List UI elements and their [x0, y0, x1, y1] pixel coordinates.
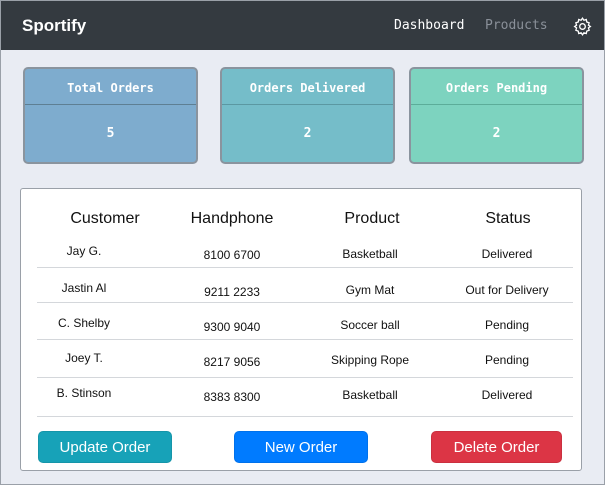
column-header-status: Status — [485, 210, 531, 227]
cell-phone: 8217 9056 — [203, 355, 261, 369]
column-header-handphone: Handphone — [190, 210, 274, 227]
cell-status: Delivered — [481, 247, 533, 261]
cell-status: Pending — [484, 353, 530, 367]
table-row[interactable]: Jastin Al 9211 2233 Gym Mat Out for Deli… — [37, 268, 573, 303]
nav-products-link[interactable]: Products — [485, 18, 548, 33]
cell-status: Out for Delivery — [465, 283, 549, 297]
cell-customer: Joey T. — [65, 351, 103, 365]
gear-icon[interactable] — [572, 16, 593, 37]
cell-product: Skipping Rope — [330, 353, 410, 367]
cell-product: Basketball — [342, 388, 398, 402]
cell-customer: B. Stinson — [56, 386, 112, 400]
cell-customer: C. Shelby — [57, 316, 111, 330]
card-title: Total Orders — [25, 69, 196, 105]
card-value: 5 — [106, 126, 115, 141]
orders-delivered-card: Orders Delivered 2 — [220, 67, 395, 164]
top-navbar: Sportify Dashboard Products — [1, 1, 604, 50]
table-row[interactable]: Joey T. 8217 9056 Skipping Rope Pending — [37, 343, 573, 378]
cell-customer: Jastin Al — [61, 281, 107, 295]
cell-phone: 9300 9040 — [203, 320, 261, 334]
card-title: Orders Pending — [411, 69, 582, 105]
column-header-customer: Customer — [70, 210, 140, 227]
cell-customer: Jay G. — [66, 244, 102, 258]
cell-phone: 8100 6700 — [203, 248, 261, 262]
card-value: 2 — [492, 126, 501, 141]
cell-status: Pending — [484, 318, 530, 332]
cell-product: Basketball — [342, 247, 398, 261]
delete-order-button[interactable]: Delete Order — [431, 431, 562, 463]
table-row[interactable]: C. Shelby 9300 9040 Soccer ball Pending — [37, 305, 573, 340]
total-orders-card: Total Orders 5 — [23, 67, 198, 164]
table-row[interactable]: Jay G. 8100 6700 Basketball Delivered — [37, 233, 573, 268]
nav-dashboard-link[interactable]: Dashboard — [394, 18, 464, 33]
new-order-button[interactable]: New Order — [234, 431, 368, 463]
cell-phone: 9211 2233 — [204, 285, 260, 299]
cell-product: Gym Mat — [345, 283, 395, 297]
update-order-button[interactable]: Update Order — [38, 431, 172, 463]
card-value: 2 — [303, 126, 312, 141]
cell-product: Soccer ball — [340, 318, 400, 332]
orders-panel: Customer Handphone Product Status Jay G.… — [20, 188, 582, 471]
orders-pending-card: Orders Pending 2 — [409, 67, 584, 164]
cell-phone: 8383 8300 — [203, 390, 261, 404]
card-title: Orders Delivered — [222, 69, 393, 105]
table-row[interactable]: B. Stinson 8383 8300 Basketball Delivere… — [37, 380, 573, 417]
brand-title[interactable]: Sportify — [22, 16, 86, 36]
column-header-product: Product — [344, 210, 400, 227]
cell-status: Delivered — [481, 388, 533, 402]
